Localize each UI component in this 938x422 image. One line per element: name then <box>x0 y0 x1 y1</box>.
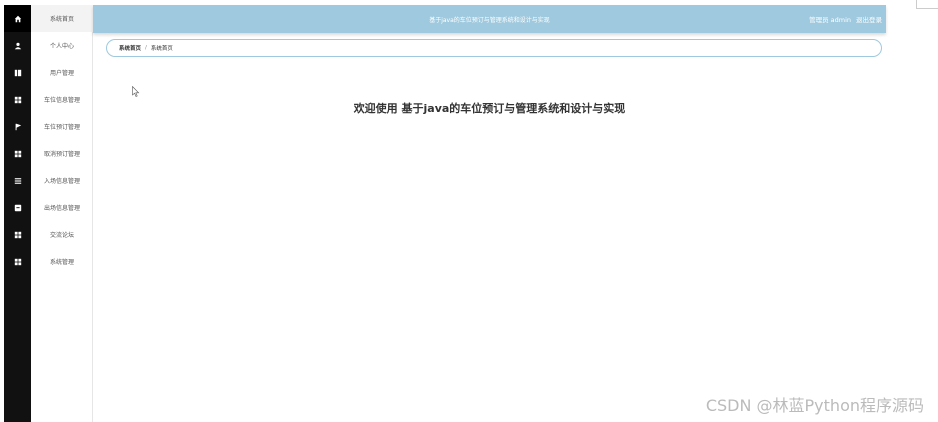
sidebar-item-system[interactable]: 系统管理 <box>31 248 93 275</box>
sidebar-item-personal-center[interactable]: 个人中心 <box>31 32 93 59</box>
inbox-icon[interactable] <box>4 194 31 221</box>
watermark: CSDN @林蓝Python程序源码 <box>705 396 924 415</box>
header-title: 基于java的车位预订与管理系统和设计与实现 <box>429 16 550 24</box>
flag-icon[interactable] <box>4 113 31 140</box>
grid-icon[interactable] <box>4 86 31 113</box>
sidebar-item-entry-info[interactable]: 入场信息管理 <box>31 167 93 194</box>
header-user-area: 管理员 admin 退出登录 <box>809 5 882 33</box>
breadcrumb-separator: / <box>145 45 147 51</box>
sidebar-item-user-management[interactable]: 用户管理 <box>31 59 93 86</box>
sidebar-item-forum[interactable]: 交流论坛 <box>31 221 93 248</box>
sidebar-icon-rail <box>4 5 31 422</box>
mouse-cursor-icon <box>132 86 140 97</box>
user-icon[interactable] <box>4 32 31 59</box>
sidebar-item-cancel-booking[interactable]: 取消预订管理 <box>31 140 93 167</box>
top-header: 基于java的车位预订与管理系统和设计与实现 管理员 admin 退出登录 <box>93 5 886 33</box>
breadcrumb-current: 系统首页 <box>150 46 173 52</box>
book-icon[interactable] <box>4 59 31 86</box>
breadcrumb-home[interactable]: 系统首页 <box>119 44 141 52</box>
app-window: 系统首页 个人中心 用户管理 车位信息管理 车位预订管理 取消预订管理 入场信息… <box>0 0 938 422</box>
sidebar-item-exit-info[interactable]: 出场信息管理 <box>31 194 93 221</box>
grid-icon[interactable] <box>4 221 31 248</box>
grid-icon[interactable] <box>4 248 31 275</box>
sidebar-item-space-booking[interactable]: 车位预订管理 <box>31 113 93 140</box>
sidebar-item-space-info[interactable]: 车位信息管理 <box>31 86 93 113</box>
window-corner-box <box>916 0 938 9</box>
logout-link[interactable]: 退出登录 <box>856 14 882 24</box>
grid-icon[interactable] <box>4 140 31 167</box>
welcome-heading: 欢迎使用 基于java的车位预订与管理系统和设计与实现 <box>353 102 626 115</box>
list-icon[interactable] <box>4 167 31 194</box>
sidebar-menu: 系统首页 个人中心 用户管理 车位信息管理 车位预订管理 取消预订管理 入场信息… <box>31 5 93 422</box>
admin-label: 管理员 admin <box>809 16 851 24</box>
breadcrumb: 系统首页 / 系统首页 <box>106 39 882 57</box>
sidebar-item-home[interactable]: 系统首页 <box>31 5 93 32</box>
home-icon[interactable] <box>4 5 31 32</box>
